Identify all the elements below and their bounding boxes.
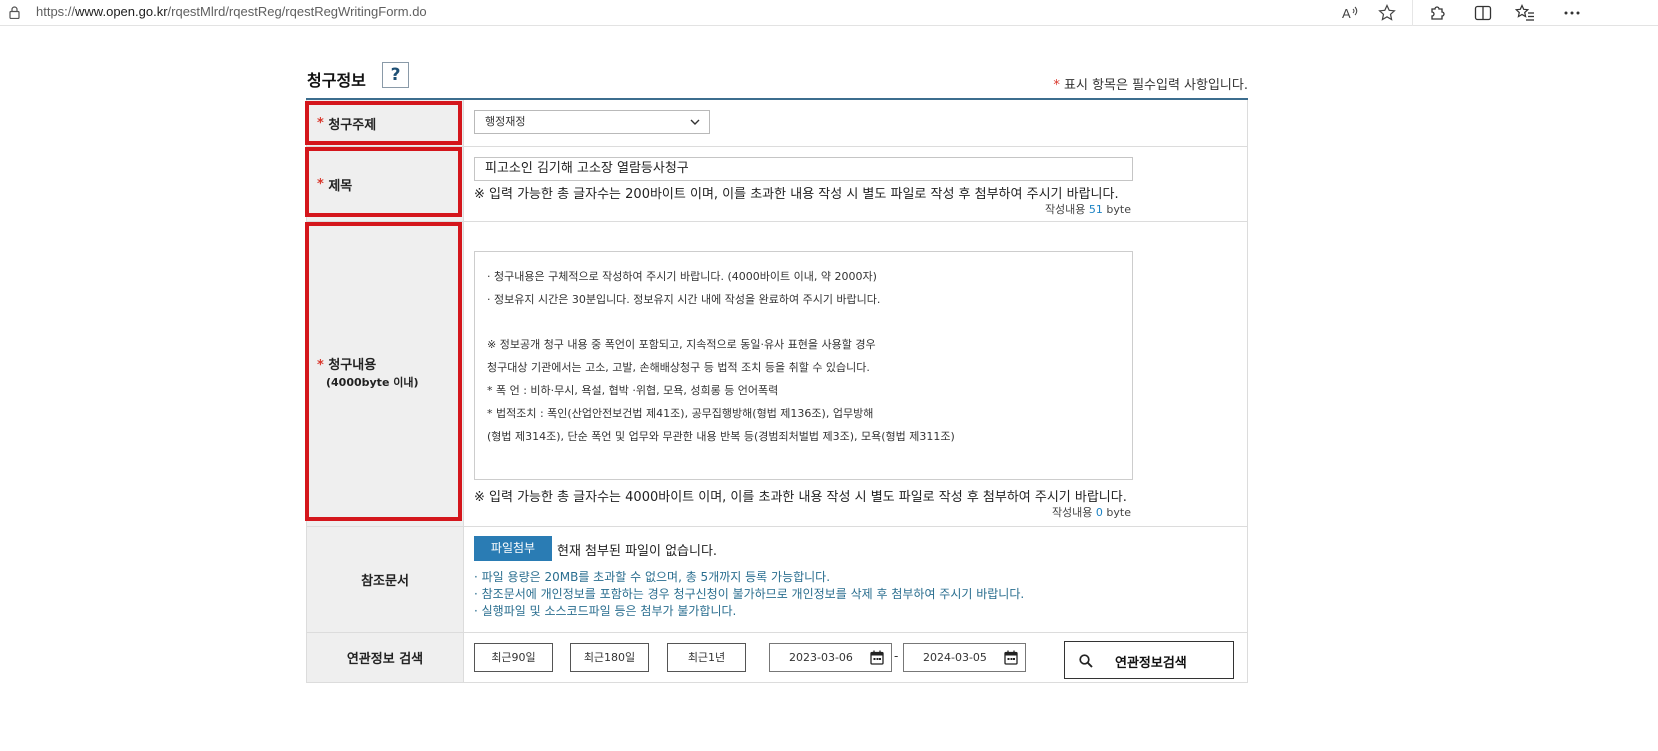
- subject-select[interactable]: 행정재정: [474, 110, 710, 134]
- url-scheme: https://: [36, 4, 76, 19]
- read-aloud-icon[interactable]: A: [1340, 3, 1360, 23]
- calendar-icon[interactable]: [870, 650, 884, 665]
- attach-status: 현재 첨부된 파일이 없습니다.: [557, 544, 718, 559]
- attach-file-button[interactable]: 파일첨부: [474, 536, 552, 561]
- placeholder-line: * 법적조치 : 폭인(산업안전보건법 제41조), 공무집행방해(형법 제13…: [487, 406, 874, 420]
- reference-label-cell: 참조문서: [307, 527, 464, 632]
- section-title: 청구정보: [307, 71, 366, 90]
- placeholder-line: [487, 312, 1120, 335]
- required-note-text: 표시 항목은 필수입력 사항입니다.: [1064, 78, 1248, 93]
- search-icon: [1079, 654, 1093, 668]
- title-input[interactable]: 피고소인 김기해 고소장 열람등사청구: [474, 157, 1133, 181]
- subject-row: * 청구주제 행정재정: [306, 100, 1248, 147]
- favorites-icon[interactable]: [1515, 3, 1535, 23]
- byte-count-value: 51: [1088, 203, 1103, 216]
- date-from-field[interactable]: 2023-03-06: [769, 643, 892, 672]
- date-to-field[interactable]: 2024-03-05: [903, 643, 1026, 672]
- more-options-icon[interactable]: [1562, 3, 1582, 23]
- date-to-value: 2024-03-05: [923, 651, 987, 664]
- content-label: 청구내용: [328, 358, 377, 373]
- period-180days-button[interactable]: 최근180일: [570, 643, 649, 672]
- related-label-cell: 연관정보 검색: [307, 633, 464, 682]
- byte-count-unit: byte: [1106, 506, 1131, 519]
- required-mark: *: [317, 115, 324, 131]
- subject-input-cell: 행정재정: [464, 100, 1247, 146]
- title-byte-notice: ※ 입력 가능한 총 글자수는 200바이트 이며, 이를 초과한 내용 작성 …: [474, 187, 1119, 202]
- related-search-button[interactable]: 연관정보검색: [1064, 641, 1234, 679]
- related-label: 연관정보 검색: [346, 652, 424, 667]
- placeholder-line: (형법 제314조), 단순 폭언 및 업무와 무관한 내용 반복 등(경범죄처…: [487, 429, 955, 443]
- placeholder-line: 청구대상 기관에서는 고소, 고발, 손해배상청구 등 법적 조치 등을 취할 …: [487, 361, 870, 375]
- byte-count-unit: byte: [1106, 203, 1131, 216]
- subject-label-cell: * 청구주제: [307, 100, 464, 146]
- favorite-star-icon[interactable]: [1377, 3, 1397, 23]
- calendar-icon[interactable]: [1004, 650, 1018, 665]
- content-byte-notice: ※ 입력 가능한 총 글자수는 4000바이트 이며, 이를 초과한 내용 작성…: [474, 490, 1127, 505]
- content-byte-count: 작성내용 0 byte: [1052, 504, 1131, 520]
- content-label-cell: * 청구내용 (4000byte 이내): [307, 222, 464, 526]
- title-label: 제목: [328, 178, 353, 194]
- related-search-row: 연관정보 검색 최근90일 최근180일 최근1년 2023-03-06 - 2…: [306, 633, 1248, 683]
- subject-label: 청구주제: [328, 117, 377, 133]
- period-90days-button[interactable]: 최근90일: [474, 643, 553, 672]
- date-separator: -: [894, 649, 899, 663]
- byte-count-prefix: 작성내용: [1044, 203, 1086, 216]
- placeholder-line: · 청구내용은 구체적으로 작성하여 주시기 바랍니다. (4000바이트 이내…: [487, 270, 877, 283]
- attach-info-line: · 참조문서에 개인정보를 포함하는 경우 청구신청이 불가하므로 개인정보를 …: [474, 587, 1025, 601]
- reference-label: 참조문서: [361, 574, 409, 589]
- svg-text:A: A: [1342, 6, 1351, 21]
- related-input-cell: 최근90일 최근180일 최근1년 2023-03-06 - 2024-03-0…: [464, 633, 1247, 682]
- extensions-icon[interactable]: [1427, 3, 1447, 23]
- search-button-label: 연관정보검색: [1115, 656, 1187, 671]
- required-mark: *: [317, 358, 324, 373]
- required-note: * 표시 항목은 필수입력 사항입니다.: [1053, 74, 1248, 93]
- attach-info-line: · 실행파일 및 소스코드파일 등은 첨부가 불가합니다.: [474, 604, 737, 618]
- url-host: www.open.go.kr: [75, 4, 168, 19]
- byte-count-prefix: 작성내용: [1051, 506, 1093, 519]
- title-label-cell: * 제목: [307, 147, 464, 221]
- help-button[interactable]: ?: [382, 62, 409, 88]
- content-input-cell: · 청구내용은 구체적으로 작성하여 주시기 바랍니다. (4000바이트 이내…: [464, 222, 1247, 526]
- title-input-cell: 피고소인 김기해 고소장 열람등사청구 ※ 입력 가능한 총 글자수는 200바…: [464, 147, 1247, 221]
- lock-icon[interactable]: [9, 6, 20, 19]
- content-label-wrap: * 청구내용 (4000byte 이내): [317, 357, 419, 391]
- placeholder-line: · 정보유지 시간은 30분입니다. 정보유지 시간 내에 작성을 완료하여 주…: [487, 292, 881, 306]
- date-from-value: 2023-03-06: [789, 651, 853, 664]
- toolbar-divider: [1412, 0, 1413, 26]
- byte-count-value: 0: [1095, 506, 1103, 519]
- required-mark: *: [317, 176, 324, 192]
- attach-info-line: · 파일 용량은 20MB를 초과할 수 없으며, 총 5개까지 등록 가능합니…: [474, 570, 831, 584]
- chevron-down-icon: [690, 119, 700, 125]
- reference-row: 참조문서 파일첨부 현재 첨부된 파일이 없습니다. · 파일 용량은 20MB…: [306, 527, 1248, 633]
- title-row: * 제목 피고소인 김기해 고소장 열람등사청구 ※ 입력 가능한 총 글자수는…: [306, 147, 1248, 222]
- content-row: * 청구내용 (4000byte 이내) · 청구내용은 구체적으로 작성하여 …: [306, 222, 1248, 527]
- content-textarea[interactable]: · 청구내용은 구체적으로 작성하여 주시기 바랍니다. (4000바이트 이내…: [474, 251, 1133, 480]
- content-sublabel: (4000byte 이내): [326, 376, 419, 389]
- browser-toolbar: https://www.open.go.kr/rqestMlrd/rqestRe…: [0, 0, 1658, 26]
- address-bar[interactable]: https://www.open.go.kr/rqestMlrd/rqestRe…: [36, 4, 427, 19]
- placeholder-line: ※ 정보공개 청구 내용 중 폭언이 포함되고, 지속적으로 동일·유사 표현을…: [487, 338, 876, 352]
- subject-selected-value: 행정재정: [485, 115, 526, 128]
- period-1year-button[interactable]: 최근1년: [667, 643, 746, 672]
- title-byte-count: 작성내용 51 byte: [1045, 201, 1131, 217]
- split-screen-icon[interactable]: [1473, 3, 1493, 23]
- placeholder-line: * 폭 언 : 비하·무시, 욕설, 협박 ·위협, 모욕, 성희롱 등 언어폭…: [487, 383, 779, 397]
- reference-input-cell: 파일첨부 현재 첨부된 파일이 없습니다. · 파일 용량은 20MB를 초과할…: [464, 527, 1247, 632]
- request-form-table: * 청구주제 행정재정 * 제목 피고소인 김기해 고소장 열람등사청구 ※ 입…: [306, 98, 1248, 683]
- required-mark: *: [1053, 78, 1060, 93]
- url-path: /rqestMlrd/rqestReg/rqestRegWritingForm.…: [167, 4, 427, 19]
